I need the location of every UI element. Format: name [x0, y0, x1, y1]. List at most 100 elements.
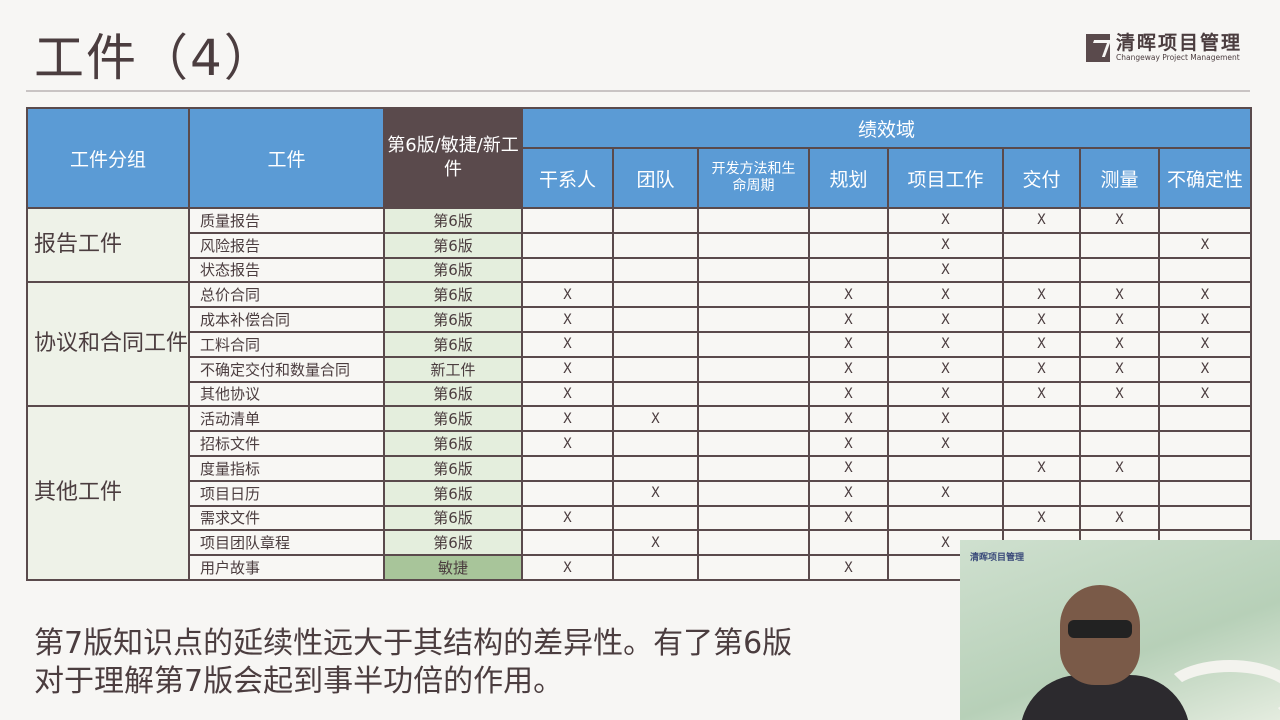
artifacts-table: 工件分组 工件 第6版/敏捷/新工件 绩效域 干系人 团队 开发方法和生命周期 规划项… — [26, 107, 1253, 581]
artifact-cell: 用户故事 — [188, 554, 385, 581]
domain-mark-cell: X — [887, 430, 1004, 457]
domain-mark-cell — [697, 256, 810, 284]
table-row: 风险报告 第6版 X X — [27, 231, 1253, 259]
domain-mark-cell — [1002, 405, 1081, 433]
domain-mark-cell: X — [887, 405, 1004, 433]
domain-mark-cell — [697, 380, 810, 408]
domain-mark-cell — [1002, 231, 1081, 259]
domain-mark-cell — [1079, 430, 1160, 457]
artifact-cell: 质量报告 — [188, 207, 385, 234]
domain-mark-cell — [521, 454, 614, 482]
header-domain-item: 开发方法和生命周期 — [697, 147, 810, 209]
domain-mark-cell — [697, 554, 810, 581]
header-artifact: 工件 — [188, 107, 385, 209]
table-row: 其他工件 活动清单 第6版 X X X X — [26, 405, 1253, 581]
domain-mark-cell: X — [1157, 380, 1253, 408]
note-line-1: 第7版知识点的延续性远大于其结构的差异性。有了第6版 — [34, 626, 793, 661]
domain-mark-cell — [612, 430, 699, 457]
domain-mark-cell: X — [1079, 207, 1160, 234]
domain-mark-cell: X — [521, 380, 614, 408]
domain-mark-cell: X — [612, 479, 699, 507]
domain-mark-cell: X — [808, 430, 889, 457]
version-cell: 第6版 — [383, 306, 523, 333]
domain-mark-cell — [1157, 207, 1253, 234]
domain-mark-cell — [1079, 231, 1160, 259]
domain-mark-cell: X — [808, 479, 889, 507]
domain-mark-cell: X — [521, 504, 614, 532]
domain-mark-cell: X — [808, 330, 889, 358]
domain-mark-cell — [612, 454, 699, 482]
domain-mark-cell — [1157, 405, 1253, 433]
domain-mark-cell: X — [521, 405, 614, 433]
domain-mark-cell — [1002, 256, 1081, 284]
table-row: 不确定交付和数量合同 新工件 X X X X X X — [27, 355, 1253, 383]
artifact-cell: 工料合同 — [188, 330, 385, 358]
domain-mark-cell: X — [1002, 504, 1081, 532]
version-cell: 第6版 — [383, 529, 523, 557]
domain-mark-cell: X — [887, 207, 1004, 234]
artifact-cell: 风险报告 — [188, 231, 385, 259]
domain-mark-cell — [521, 529, 614, 557]
domain-mark-cell — [808, 231, 889, 259]
domain-mark-cell — [808, 529, 889, 557]
group-cell: 协议和合同工件 — [26, 281, 190, 408]
domain-mark-cell — [697, 430, 810, 457]
domain-mark-cell — [1157, 479, 1253, 507]
table-row: 其他协议 第6版 X X X X X X — [27, 380, 1253, 408]
domain-mark-cell: X — [887, 479, 1004, 507]
table-row: 成本补偿合同 第6版 X X X X X X — [27, 306, 1253, 333]
version-cell: 第6版 — [383, 231, 523, 259]
logo-mark-icon — [1086, 33, 1110, 62]
domain-mark-cell — [612, 231, 699, 259]
domain-mark-cell — [521, 256, 614, 284]
version-cell: 第6版 — [383, 430, 523, 457]
version-cell: 第6版 — [383, 256, 523, 284]
domain-mark-cell: X — [1079, 380, 1160, 408]
logo-cn: 清晖项目管理 — [1116, 32, 1243, 54]
header-domain-item: 规划 — [808, 147, 889, 209]
artifact-cell: 不确定交付和数量合同 — [188, 355, 385, 383]
version-cell: 第6版 — [383, 330, 523, 358]
title-divider — [26, 90, 1250, 92]
domain-mark-cell: X — [887, 306, 1004, 333]
group-cell: 报告工件 — [26, 206, 190, 284]
domain-mark-cell — [697, 330, 810, 358]
domain-mark-cell: X — [808, 554, 889, 581]
artifact-cell: 活动清单 — [188, 405, 385, 433]
domain-mark-cell — [612, 306, 699, 333]
domain-mark-cell: X — [1079, 281, 1160, 309]
header-domain-item: 测量 — [1079, 147, 1160, 209]
domain-mark-cell — [808, 256, 889, 284]
table-row: 招标文件 第6版 X X X — [27, 430, 1253, 457]
table-row: 报告工件 质量报告 第6版 X X X — [26, 206, 1253, 284]
domain-mark-cell — [612, 554, 699, 581]
domain-mark-cell: X — [521, 430, 614, 457]
domain-mark-cell: X — [612, 405, 699, 433]
domain-mark-cell: X — [1157, 281, 1253, 309]
domain-mark-cell — [612, 256, 699, 284]
table-row: 工料合同 第6版 X X X X X X — [27, 330, 1253, 358]
domain-mark-cell: X — [887, 231, 1004, 259]
domain-mark-cell — [1002, 430, 1081, 457]
note-line-2: 对于理解第7版会起到事半功倍的作用。 — [34, 664, 564, 699]
header-domain-item: 干系人 — [521, 147, 614, 209]
table-row: 状态报告 第6版 X — [27, 256, 1253, 284]
domain-mark-cell: X — [521, 306, 614, 333]
domain-mark-cell — [697, 281, 810, 309]
domain-mark-cell: X — [1157, 306, 1253, 333]
version-cell: 敏捷 — [383, 554, 523, 581]
table-row: 协议和合同工件 总价合同 第6版 X X X X X X — [26, 281, 1253, 408]
domain-mark-cell — [612, 355, 699, 383]
domain-mark-cell: X — [1157, 330, 1253, 358]
domain-mark-cell — [697, 504, 810, 532]
domain-mark-cell — [697, 529, 810, 557]
artifact-cell: 其他协议 — [188, 380, 385, 408]
domain-mark-cell: X — [887, 380, 1004, 408]
domain-mark-cell — [808, 207, 889, 234]
artifact-cell: 项目团队章程 — [188, 529, 385, 557]
domain-mark-cell: X — [887, 256, 1004, 284]
table-row: 度量指标 第6版 X X X — [27, 454, 1253, 482]
domain-mark-cell — [1079, 405, 1160, 433]
header-version: 第6版/敏捷/新工件 — [383, 107, 523, 209]
domain-mark-cell: X — [1079, 355, 1160, 383]
